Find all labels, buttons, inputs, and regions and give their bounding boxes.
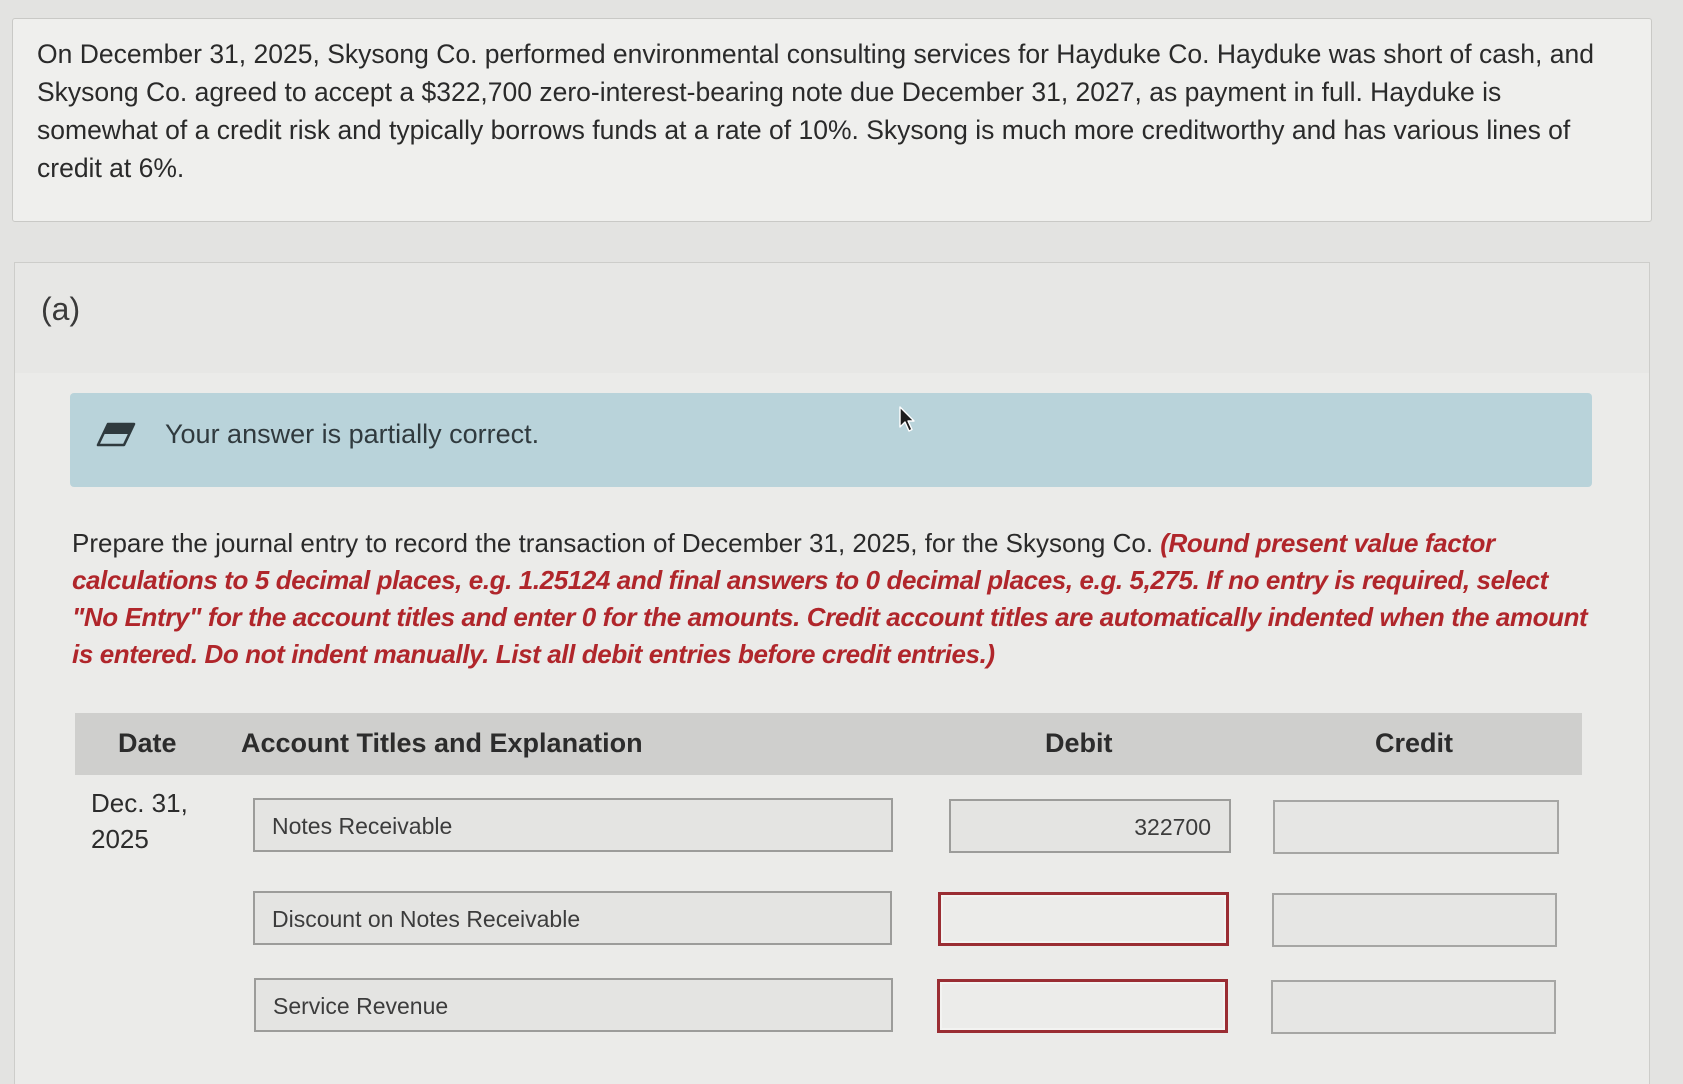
status-text: Your answer is partially correct.	[165, 419, 540, 449]
debit-input-1[interactable]: 322700	[949, 799, 1231, 853]
credit-input-2[interactable]	[1272, 893, 1557, 947]
question-prompt: Prepare the journal entry to record the …	[72, 525, 1592, 673]
part-a-body: Your answer is partially correct. Prepar…	[14, 373, 1650, 1084]
column-header-account: Account Titles and Explanation	[241, 728, 643, 758]
mouse-cursor-icon	[898, 406, 916, 434]
entry-date-line1: Dec. 31,	[91, 788, 188, 818]
entry-date-line2: 2025	[91, 824, 149, 854]
debit-input-2[interactable]	[938, 892, 1229, 946]
prompt-text: Prepare the journal entry to record the …	[72, 528, 1154, 558]
account-title-input-3[interactable]: Service Revenue	[254, 978, 893, 1032]
journal-table-header: Date Account Titles and Explanation Debi…	[75, 713, 1582, 775]
eraser-icon	[96, 421, 136, 451]
problem-statement: On December 31, 2025, Skysong Co. perfor…	[12, 18, 1652, 222]
column-header-debit: Debit	[1045, 728, 1113, 758]
credit-input-3[interactable]	[1271, 980, 1556, 1034]
page: On December 31, 2025, Skysong Co. perfor…	[0, 0, 1683, 1084]
account-title-input-2[interactable]: Discount on Notes Receivable	[253, 891, 892, 945]
account-title-input-1[interactable]: Notes Receivable	[253, 798, 893, 852]
entry-date: Dec. 31, 2025	[91, 785, 188, 857]
problem-text: On December 31, 2025, Skysong Co. perfor…	[37, 39, 1594, 183]
column-header-date: Date	[118, 728, 177, 758]
status-banner: Your answer is partially correct.	[70, 393, 1592, 487]
part-a-header: (a)	[14, 262, 1650, 374]
part-label: (a)	[41, 291, 81, 327]
column-header-credit: Credit	[1375, 728, 1454, 758]
credit-input-1[interactable]	[1273, 800, 1559, 854]
debit-input-3[interactable]	[937, 979, 1228, 1033]
